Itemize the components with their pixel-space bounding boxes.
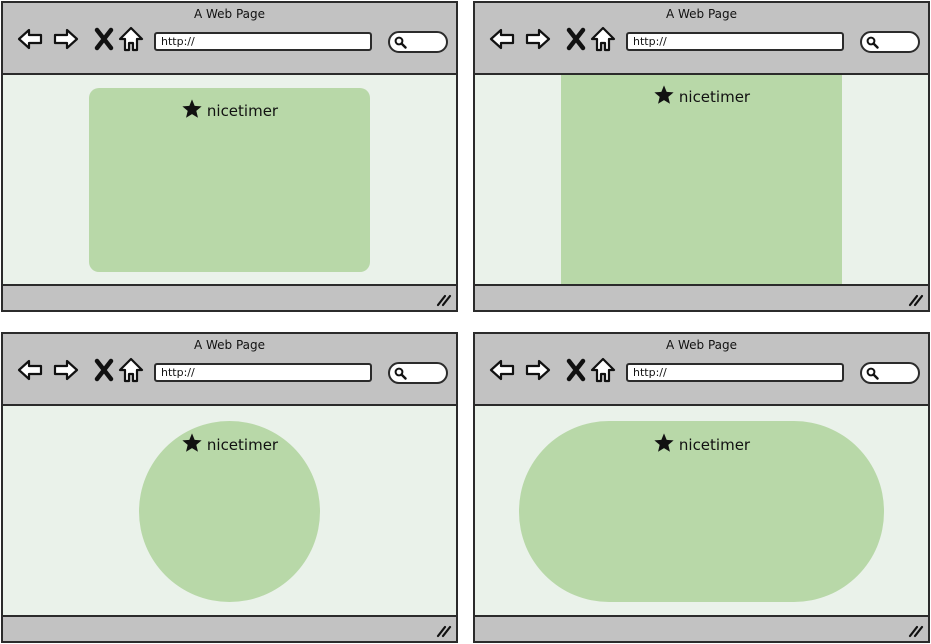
status-bar (3, 284, 456, 310)
forward-arrow-icon[interactable] (52, 25, 80, 53)
star-icon (181, 432, 203, 454)
window-title: A Web Page (665, 7, 738, 21)
widget-panel: nicetimer (561, 72, 842, 287)
widget-header: nicetimer (519, 432, 884, 454)
widget-title: nicetimer (206, 436, 279, 454)
back-arrow-icon[interactable] (16, 356, 44, 384)
url-field[interactable]: http:// (154, 363, 372, 382)
search-field[interactable] (388, 362, 448, 384)
forward-arrow-icon[interactable] (524, 356, 552, 384)
resize-grip-icon[interactable] (436, 624, 452, 638)
browser-window-2: nicetimer A Web Page http:// (473, 1, 930, 312)
widget-panel: nicetimer (89, 88, 370, 272)
back-arrow-icon[interactable] (488, 25, 516, 53)
status-bar (3, 615, 456, 641)
search-icon (394, 367, 407, 380)
star-icon (653, 84, 675, 106)
forward-arrow-icon[interactable] (524, 25, 552, 53)
browser-toolbar: A Web Page http:// (475, 3, 928, 75)
widget-panel: nicetimer (519, 421, 884, 602)
stop-icon[interactable] (562, 356, 590, 384)
status-bar (475, 284, 928, 310)
window-title: A Web Page (665, 338, 738, 352)
search-icon (394, 36, 407, 49)
search-field[interactable] (388, 31, 448, 53)
widget-title: nicetimer (678, 436, 751, 454)
widget-header: nicetimer (561, 84, 842, 106)
search-field[interactable] (860, 31, 920, 53)
page-content: nicetimer (475, 406, 928, 617)
window-title: A Web Page (193, 338, 266, 352)
widget-title: nicetimer (206, 102, 279, 120)
widget-header: nicetimer (89, 98, 370, 120)
resize-grip-icon[interactable] (436, 293, 452, 307)
browser-window-4: A Web Page http:// nicetimer (473, 332, 930, 643)
page-content: nicetimer (475, 72, 928, 287)
star-icon (653, 432, 675, 454)
back-arrow-icon[interactable] (488, 356, 516, 384)
forward-arrow-icon[interactable] (52, 356, 80, 384)
search-icon (866, 36, 879, 49)
home-icon[interactable] (117, 356, 145, 384)
star-icon (181, 98, 203, 120)
home-icon[interactable] (589, 25, 617, 53)
browser-window-1: A Web Page http:// nicetimer (1, 1, 458, 312)
page-content: nicetimer (3, 406, 456, 617)
stop-icon[interactable] (562, 25, 590, 53)
url-field[interactable]: http:// (626, 32, 844, 51)
url-field[interactable]: http:// (626, 363, 844, 382)
search-icon (866, 367, 879, 380)
browser-window-3: A Web Page http:// nicetimer (1, 332, 458, 643)
resize-grip-icon[interactable] (908, 293, 924, 307)
back-arrow-icon[interactable] (16, 25, 44, 53)
home-icon[interactable] (117, 25, 145, 53)
resize-grip-icon[interactable] (908, 624, 924, 638)
browser-toolbar: A Web Page http:// (475, 334, 928, 406)
widget-panel: nicetimer (139, 421, 320, 602)
page-content: nicetimer (3, 75, 456, 286)
status-bar (475, 615, 928, 641)
widget-header: nicetimer (139, 432, 320, 454)
url-field[interactable]: http:// (154, 32, 372, 51)
browser-toolbar: A Web Page http:// (3, 334, 456, 406)
window-title: A Web Page (193, 7, 266, 21)
search-field[interactable] (860, 362, 920, 384)
home-icon[interactable] (589, 356, 617, 384)
browser-toolbar: A Web Page http:// (3, 3, 456, 75)
widget-title: nicetimer (678, 88, 751, 106)
stop-icon[interactable] (90, 356, 118, 384)
stop-icon[interactable] (90, 25, 118, 53)
